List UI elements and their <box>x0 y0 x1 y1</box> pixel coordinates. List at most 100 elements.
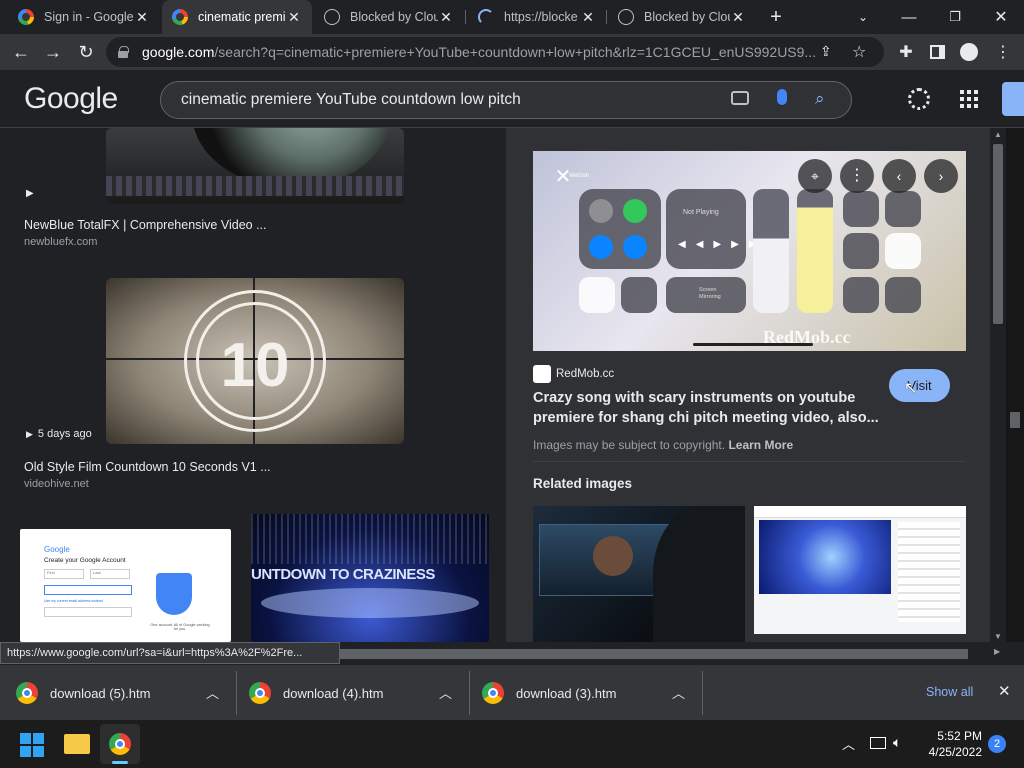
close-tab-icon[interactable]: ✕ <box>730 9 746 26</box>
chrome-menu-icon[interactable]: ⋮ <box>991 40 1015 64</box>
bookmark-star-icon[interactable]: ☆ <box>852 42 866 62</box>
result-site[interactable]: newbluefx.com <box>24 236 97 248</box>
new-tab-button[interactable]: + <box>756 0 796 34</box>
source-favicon-icon <box>533 365 551 383</box>
download-item[interactable]: download (4).htm ︿ <box>249 677 469 709</box>
file-explorer-icon[interactable] <box>64 734 90 754</box>
side-panel-icon[interactable] <box>930 45 945 59</box>
clock-date[interactable]: 4/25/2022 <box>922 745 982 759</box>
result-image-countdown-craziness[interactable]: UNTDOWN TO CRAZINESS <box>251 514 489 642</box>
account-card-heading: Create your Google Account <box>44 557 126 564</box>
notification-badge[interactable]: 2 <box>988 735 1006 753</box>
forward-icon[interactable]: → <box>41 40 65 64</box>
back-icon[interactable]: ← <box>9 40 33 64</box>
chrome-file-icon <box>249 682 271 704</box>
camera-search-icon[interactable] <box>731 91 749 105</box>
divider <box>236 671 237 715</box>
divider <box>702 671 703 715</box>
chrome-taskbar-button[interactable] <box>100 724 140 764</box>
learn-more-link[interactable]: Learn More <box>728 438 793 452</box>
visit-button[interactable]: Visit <box>889 369 950 402</box>
more-options-icon[interactable]: ⋮ <box>840 159 874 193</box>
close-shelf-icon[interactable]: ✕ <box>998 682 1011 700</box>
play-icon: ▶ <box>26 188 34 199</box>
close-preview-icon[interactable]: ✕ <box>552 166 574 188</box>
horizontal-scroll-thumb[interactable] <box>340 649 968 659</box>
result-image-film-countdown[interactable]: 10 <box>106 278 404 444</box>
chrome-file-icon <box>482 682 504 704</box>
copyright-notice: Images may be subject to copyright. Lear… <box>533 438 794 452</box>
countdown-number: 10 <box>220 331 290 400</box>
result-image-google-account[interactable]: Google Create your Google Account First … <box>20 529 231 642</box>
google-logo[interactable]: Google <box>24 82 118 116</box>
close-tab-icon[interactable]: ✕ <box>438 9 454 26</box>
chevron-up-icon[interactable]: ︿ <box>206 683 219 702</box>
volume-icon[interactable]: 🔈︎ <box>893 734 901 751</box>
scroll-right-icon[interactable]: ▶ <box>994 647 1000 656</box>
related-image-editing[interactable] <box>533 506 745 642</box>
tab-blocked-1[interactable]: Blocked by Clou ✕ <box>314 0 464 34</box>
close-tab-icon[interactable]: ✕ <box>134 9 150 26</box>
windows-start-icon[interactable] <box>20 733 44 757</box>
extensions-icon[interactable]: ✚ <box>894 40 918 64</box>
image-results-grid: ▶ NewBlue TotalFX | Comprehensive Video … <box>0 128 506 642</box>
apps-grid-icon[interactable] <box>960 90 978 108</box>
address-bar[interactable]: google.com /search?q=cinematic+premiere+… <box>106 37 884 67</box>
tab-cinematic-premiere[interactable]: cinematic premiere ✕ <box>162 0 312 34</box>
close-tab-icon[interactable]: ✕ <box>580 9 596 26</box>
scroll-up-icon[interactable]: ▲ <box>994 130 1002 139</box>
reload-icon[interactable]: ↻ <box>74 40 98 64</box>
search-box[interactable]: cinematic premiere YouTube countdown low… <box>160 81 852 119</box>
source-name[interactable]: RedMob.cc <box>556 368 614 380</box>
minimize-icon[interactable]: — <box>886 0 932 34</box>
scroll-down-icon[interactable]: ▼ <box>994 632 1002 641</box>
account-card-logo: Google <box>44 545 70 554</box>
divider <box>533 461 966 462</box>
chrome-file-icon <box>16 682 38 704</box>
page-scrollbar-thumb[interactable] <box>1010 412 1020 428</box>
preview-title[interactable]: Crazy song with scary instruments on you… <box>533 388 883 428</box>
result-title[interactable]: Old Style Film Countdown 10 Seconds V1 .… <box>24 460 271 474</box>
tab-blocked-2[interactable]: Blocked by Clou ✕ <box>608 0 756 34</box>
sign-in-button-edge[interactable] <box>1002 82 1024 116</box>
globe-icon <box>618 9 634 25</box>
search-icon[interactable]: ⌕ <box>815 89 825 109</box>
result-site[interactable]: videohive.net <box>24 478 89 490</box>
divider <box>469 671 470 715</box>
voice-search-icon[interactable] <box>777 89 787 105</box>
chevron-up-icon[interactable]: ︿ <box>439 683 452 702</box>
search-query[interactable]: cinematic premiere YouTube countdown low… <box>181 91 521 109</box>
settings-gear-icon[interactable] <box>908 88 930 110</box>
page-scrollbar[interactable] <box>1006 128 1024 642</box>
horizontal-scrollbar[interactable]: ▶ <box>340 646 1006 662</box>
tab-search-icon[interactable]: ⌄ <box>840 0 886 34</box>
tab-sign-in[interactable]: Sign in - Google ✕ <box>8 0 160 34</box>
related-image-youtube[interactable] <box>754 506 966 634</box>
loading-icon <box>478 9 494 25</box>
video-badge: ▶ 5 days ago <box>26 428 92 440</box>
tray-chevron-icon[interactable]: ︿ <box>842 734 855 753</box>
tab-loading[interactable]: https://blocke ✕ <box>468 0 606 34</box>
google-icon <box>18 9 34 25</box>
show-all-button[interactable]: Show all <box>926 685 973 699</box>
next-image-icon[interactable]: › <box>924 159 958 193</box>
result-image-newblue[interactable] <box>106 128 404 204</box>
lock-icon[interactable] <box>118 46 129 58</box>
network-icon[interactable] <box>870 737 886 749</box>
scrollbar-thumb[interactable] <box>993 144 1003 324</box>
chevron-up-icon[interactable]: ︿ <box>672 683 685 702</box>
tab-separator <box>606 10 607 24</box>
account-card-link: Use my current email address instead <box>44 599 103 603</box>
download-item[interactable]: download (5).htm ︿ <box>16 677 236 709</box>
close-tab-icon[interactable]: ✕ <box>286 9 302 26</box>
restore-icon[interactable]: ❐ <box>932 0 978 34</box>
clock-time[interactable]: 5:52 PM <box>922 729 982 743</box>
result-title[interactable]: NewBlue TotalFX | Comprehensive Video ..… <box>24 218 267 232</box>
panel-scrollbar[interactable]: ▲ ▼ <box>990 128 1006 642</box>
share-icon[interactable]: ⇪ <box>820 43 832 60</box>
download-item[interactable]: download (3).htm ︿ <box>482 677 702 709</box>
profile-avatar-icon[interactable] <box>960 43 978 61</box>
previous-image-icon[interactable]: ‹ <box>882 159 916 193</box>
window-close-icon[interactable]: ✕ <box>978 0 1024 34</box>
lens-search-icon[interactable]: ⌖ <box>798 159 832 193</box>
